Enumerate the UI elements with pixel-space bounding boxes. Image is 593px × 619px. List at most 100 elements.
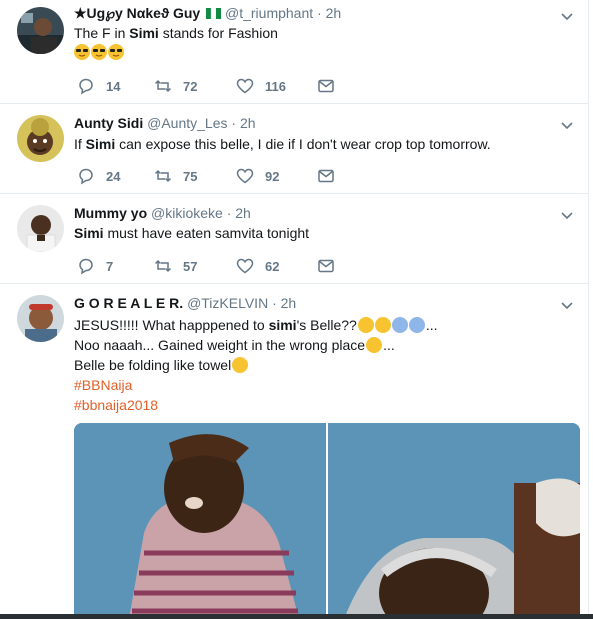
heart-icon [236,258,254,274]
retweet-icon [154,169,172,183]
screaming-emoji-icon [391,317,408,333]
avatar-image-icon [17,115,64,162]
retweet-icon [154,79,172,93]
like-button[interactable]: 92 [236,167,279,185]
retweet-count: 75 [183,168,198,184]
reply-icon [79,78,93,95]
timestamp[interactable]: 2h [281,295,297,311]
username[interactable]: @t_riumphant [225,5,313,21]
tweet-text-part: If [74,136,86,152]
tweet-text-part: JESUS!!!!! What happpened to [74,317,269,333]
retweet-count: 72 [183,78,198,94]
tweet-text-part: ... [425,317,438,333]
taskbar-strip [0,614,593,619]
timeline: ★Ug℘y Nαkeϑ Guy @t_riumphant · 2h The F … [0,0,589,619]
hashtag-link[interactable]: #BBNaija [74,375,438,395]
sunglasses-emoji-icon [108,44,124,60]
heart-icon [236,168,254,184]
direct-message-button[interactable] [317,77,335,95]
direct-message-button[interactable] [317,167,335,185]
tweet-text-line: Belle be folding like towel [74,355,438,375]
envelope-icon [318,79,334,93]
retweet-button[interactable]: 72 [154,77,197,95]
highlighted-term: simi [268,317,297,333]
avatar[interactable] [17,205,64,252]
like-count: 62 [265,258,280,274]
avatar-image-icon [17,7,64,54]
tweet-text-part: must have eaten samvita tonight [103,225,310,241]
display-name[interactable]: G O R E A L E R. [74,295,183,311]
highlighted-term: Simi [85,136,116,152]
tweet-header: Mummy yo @kikiokeke · 2h [74,205,251,221]
separator-dot: · [317,5,322,21]
like-button[interactable]: 62 [236,257,279,275]
nigeria-flag-icon [206,6,222,20]
emoji-row [74,42,125,62]
tweet-text-part: stands for Fashion [158,25,278,41]
reply-icon [79,258,93,275]
tweet-text-part: 's Belle?? [296,317,357,333]
direct-message-button[interactable] [317,257,335,275]
tweet-header: G O R E A L E R. @TizKELVIN · 2h [74,295,296,311]
like-button[interactable]: 116 [236,77,286,95]
reply-count: 7 [106,258,114,274]
highlighted-term: Simi [129,25,159,41]
tweet-text-line: JESUS!!!!! What happpened to simi's Bell… [74,315,438,335]
chevron-down-icon[interactable] [560,9,574,23]
crying-emoji-icon [366,337,383,353]
highlighted-term: Simi [74,225,104,241]
reply-button[interactable]: 14 [77,77,120,95]
tweet-text: If Simi can expose this belle, I die if … [74,134,491,154]
envelope-icon [318,169,334,183]
timestamp[interactable]: 2h [326,5,342,21]
username[interactable]: @kikiokeke [151,205,223,221]
retweet-icon [154,259,172,273]
separator-dot: · [231,115,237,131]
chevron-down-icon[interactable] [560,208,574,222]
tweet-text-line: Noo naaah... Gained weight in the wrong … [74,335,438,355]
avatar[interactable] [17,295,64,342]
tweet-text: JESUS!!!!! What happpened to simi's Bell… [74,315,438,415]
sunglasses-emoji-icon [91,44,107,60]
tweet-actions: 24 75 92 [74,167,374,185]
avatar[interactable] [17,115,64,162]
reply-icon [79,168,93,185]
crying-emoji-icon [374,317,391,333]
separator-dot: · [272,295,277,311]
tweet[interactable]: Mummy yo @kikiokeke · 2h Simi must have … [0,194,588,284]
username[interactable]: @TizKELVIN [187,295,268,311]
screaming-emoji-icon [408,317,425,333]
like-count: 92 [265,168,280,184]
chevron-down-icon[interactable] [560,118,574,132]
reply-count: 14 [106,78,121,94]
tweet-text-part: The F in [74,25,130,41]
tweet-actions: 7 57 62 [74,257,374,275]
timestamp[interactable]: 2h [240,115,256,131]
avatar-image-icon [17,295,64,342]
crying-emoji-icon [232,357,249,373]
separator-dot: · [226,205,232,221]
tweet-text-part: Belle be folding like towel [74,357,232,373]
like-count: 116 [265,78,286,94]
display-name[interactable]: Aunty Sidi [74,115,143,131]
tweet-text-part: can expose this belle, I die if I don't … [115,136,491,152]
tweet-text-part: Noo naaah... Gained weight in the wrong … [74,337,366,353]
username[interactable]: @Aunty_Les [147,115,227,131]
reply-button[interactable]: 7 [77,257,113,275]
avatar[interactable] [17,7,64,54]
chevron-down-icon[interactable] [560,298,574,312]
retweet-button[interactable]: 57 [154,257,197,275]
crying-child-photo-icon [74,423,580,619]
display-name[interactable]: ★Ug℘y Nαkeϑ Guy [74,5,200,21]
reply-button[interactable]: 24 [77,167,120,185]
tweet-media-image[interactable] [74,423,580,619]
avatar-image-icon [17,205,64,252]
timestamp[interactable]: 2h [235,205,251,221]
retweet-button[interactable]: 75 [154,167,197,185]
tweet-actions: 14 72 116 [74,77,374,95]
hashtag-link[interactable]: #bbnaija2018 [74,395,438,415]
tweet[interactable]: ★Ug℘y Nαkeϑ Guy @t_riumphant · 2h The F … [0,0,588,104]
display-name[interactable]: Mummy yo [74,205,147,221]
tweet[interactable]: Aunty Sidi @Aunty_Les · 2h If Simi can e… [0,104,588,194]
tweet-text-part: ... [383,337,395,353]
